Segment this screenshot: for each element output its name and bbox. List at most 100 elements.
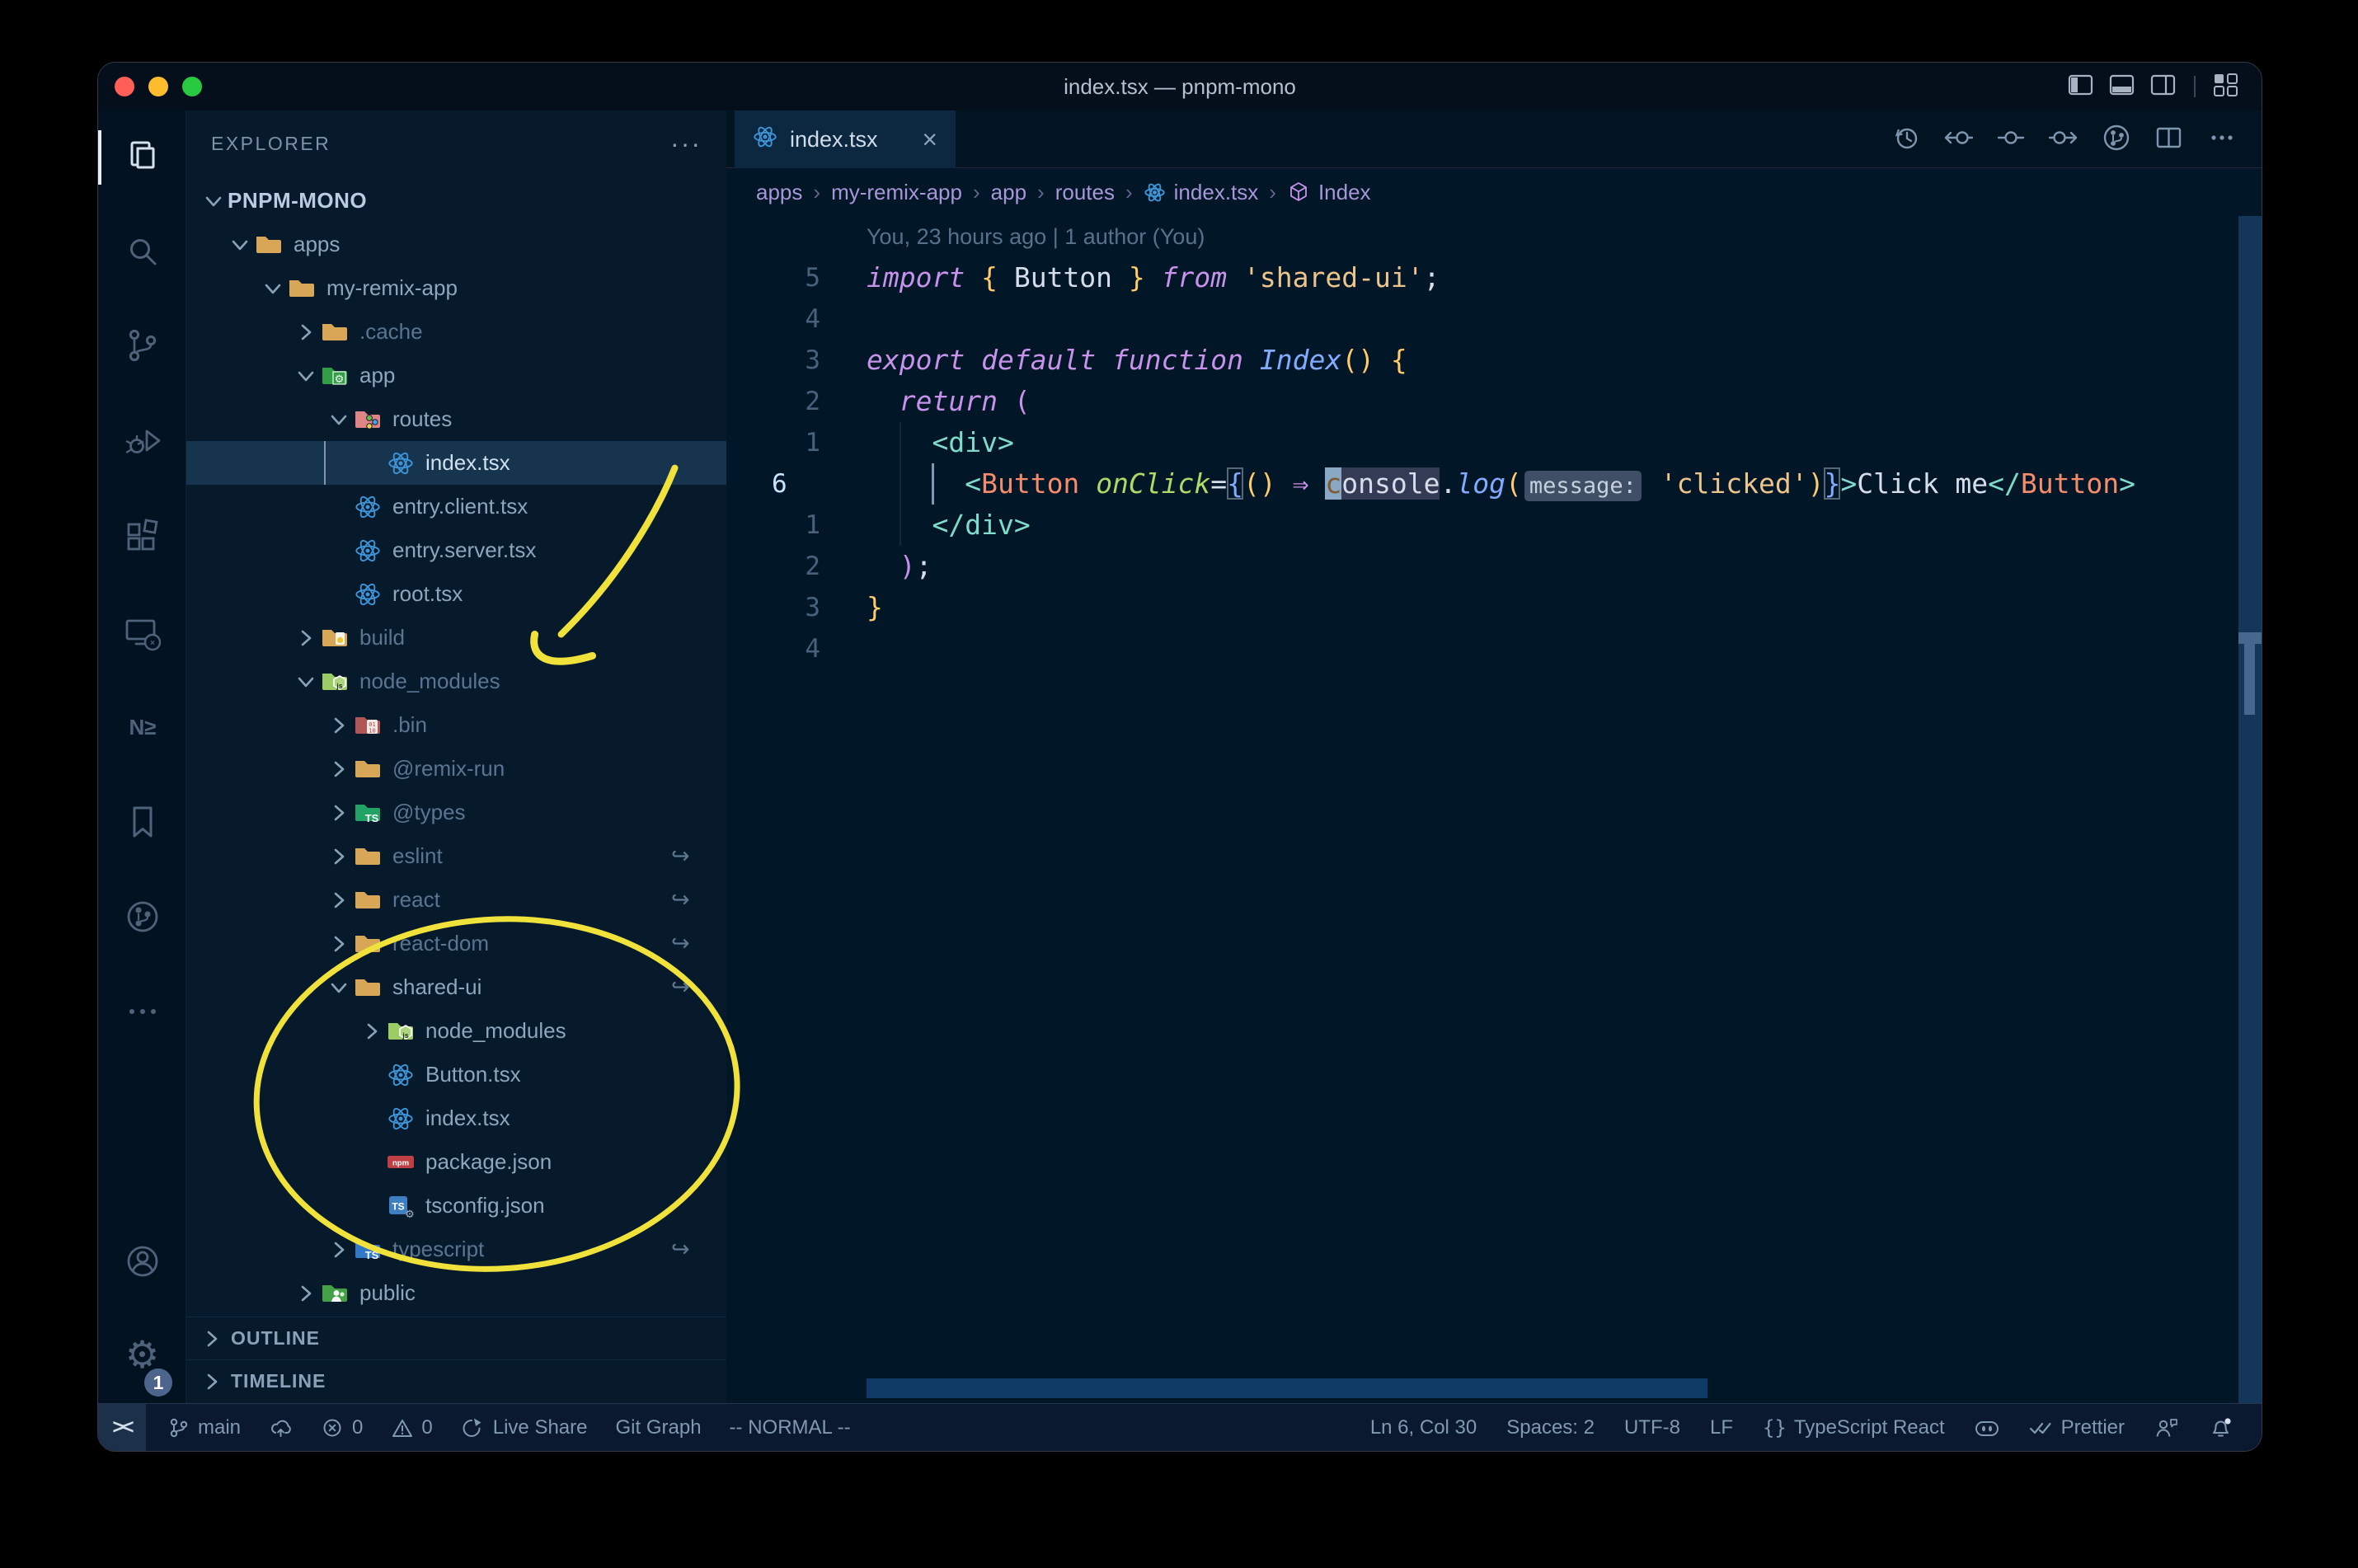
tree-item-shared-ui[interactable]: shared-ui ↪ bbox=[186, 965, 726, 1009]
activity-run-debug[interactable] bbox=[98, 400, 186, 482]
tree-item-react[interactable]: react ↪ bbox=[186, 878, 726, 922]
previous-change-icon[interactable] bbox=[1943, 124, 1974, 156]
status-item-lf[interactable]: LF bbox=[1710, 1416, 1733, 1439]
layout-sidebar-right-icon[interactable] bbox=[2149, 72, 2177, 102]
tree-item-root-tsx[interactable]: root.tsx bbox=[186, 572, 726, 616]
svg-text:npm: npm bbox=[392, 1158, 409, 1167]
status-item-label: -- NORMAL -- bbox=[729, 1415, 851, 1439]
status-item-copilot[interactable] bbox=[1975, 1415, 1999, 1440]
tree-item-tsconfig-json[interactable]: TS ⚙ tsconfig.json bbox=[186, 1184, 726, 1228]
history-icon[interactable] bbox=[1892, 124, 1920, 156]
status-item-ln-6-col-30[interactable]: Ln 6, Col 30 bbox=[1370, 1416, 1477, 1439]
chevron-right-icon bbox=[325, 886, 353, 914]
tree-item-apps[interactable]: apps bbox=[186, 223, 726, 266]
tree-item--bin[interactable]: 01 10 .bin bbox=[186, 703, 726, 747]
tree-item-public[interactable]: public bbox=[186, 1271, 726, 1315]
tab-index-tsx[interactable]: index.tsx × bbox=[735, 110, 956, 168]
status-item-spaces-2[interactable]: Spaces: 2 bbox=[1506, 1416, 1595, 1439]
tree-item-routes[interactable]: routes bbox=[186, 397, 726, 441]
explorer-more-actions-icon[interactable]: ··· bbox=[670, 129, 702, 159]
activity-git-graph[interactable] bbox=[98, 876, 186, 958]
status-item-utf-8[interactable]: UTF-8 bbox=[1624, 1416, 1680, 1439]
breadcrumb-item-app[interactable]: app bbox=[991, 180, 1026, 205]
more-actions-icon[interactable] bbox=[2207, 124, 2237, 156]
tab-label: index.tsx bbox=[790, 126, 878, 152]
status-item-cloud-upload[interactable] bbox=[269, 1416, 294, 1439]
horizontal-scrollbar[interactable] bbox=[867, 1378, 1707, 1398]
breadcrumb-item-apps[interactable]: apps bbox=[756, 180, 802, 205]
code-line: 3 export default function Index() { bbox=[726, 340, 2237, 381]
code-editor[interactable]: You, 23 hours ago | 1 author (You) 5 impor… bbox=[726, 216, 2237, 1377]
tree-item-entry-server-tsx[interactable]: entry.server.tsx bbox=[186, 528, 726, 572]
git-branch-icon bbox=[167, 1416, 190, 1439]
tree-item-node-modules[interactable]: js node_modules bbox=[186, 660, 726, 703]
activity-bookmarks[interactable] bbox=[98, 781, 186, 863]
close-tab-icon[interactable]: × bbox=[922, 126, 937, 153]
activity-account[interactable] bbox=[98, 1220, 186, 1303]
status-item-label: TypeScript React bbox=[1793, 1415, 1945, 1439]
status-item-feedback[interactable] bbox=[2154, 1416, 2179, 1439]
outline-section-header[interactable]: OUTLINE bbox=[186, 1317, 726, 1359]
activity-extensions[interactable] bbox=[98, 496, 186, 579]
tree-item-my-remix-app[interactable]: my-remix-app bbox=[186, 266, 726, 310]
status-item-main[interactable]: main bbox=[167, 1416, 241, 1439]
status-item-live-share[interactable]: Live Share bbox=[461, 1416, 588, 1439]
file-tree: PNPM-MONO apps my-remix-app .cache ⚙ app route… bbox=[186, 179, 726, 1315]
vertical-scrollbar[interactable] bbox=[2238, 216, 2262, 1403]
status-item-label: Ln 6, Col 30 bbox=[1369, 1415, 1477, 1439]
tree-item-label: my-remix-app bbox=[326, 275, 458, 300]
tree-item-react-dom[interactable]: react-dom ↪ bbox=[186, 922, 726, 965]
next-change-icon[interactable] bbox=[2048, 124, 2079, 156]
source-control-graph-icon[interactable] bbox=[2102, 123, 2131, 157]
activity-explorer[interactable] bbox=[98, 116, 186, 199]
tree-item-index-tsx[interactable]: index.tsx bbox=[186, 441, 726, 485]
code-line-current: 6 <Button onClick={() ⇒ console.log(mess… bbox=[726, 463, 2237, 505]
layout-panel-icon[interactable] bbox=[2108, 72, 2136, 102]
relative-line-number: 2 bbox=[805, 387, 820, 416]
change-icon[interactable] bbox=[1996, 124, 2026, 156]
activity-source-control[interactable] bbox=[98, 304, 186, 387]
status-item-typescript-react[interactable]: {} TypeScript React bbox=[1763, 1416, 1945, 1439]
activity-more-views[interactable] bbox=[98, 970, 186, 1053]
current-line-number: 6 bbox=[772, 469, 787, 499]
tree-item--types[interactable]: TS @types bbox=[186, 791, 726, 834]
relative-line-number: 1 bbox=[805, 428, 820, 458]
tree-item-index-tsx[interactable]: index.tsx bbox=[186, 1096, 726, 1140]
breadcrumb-item-index[interactable]: Index bbox=[1287, 180, 1371, 205]
status-item-prettier[interactable]: Prettier bbox=[2029, 1416, 2125, 1439]
tree-item-app[interactable]: ⚙ app bbox=[186, 354, 726, 397]
status-item-bell-dot[interactable] bbox=[2209, 1415, 2234, 1440]
status-item--normal-[interactable]: -- NORMAL -- bbox=[730, 1416, 851, 1439]
tree-item-button-tsx[interactable]: Button.tsx bbox=[186, 1053, 726, 1096]
tree-item-package-json[interactable]: npm package.json bbox=[186, 1140, 726, 1184]
split-editor-icon[interactable] bbox=[2154, 124, 2184, 156]
remote-indicator[interactable]: >< bbox=[98, 1404, 146, 1451]
tree-item-entry-client-tsx[interactable]: entry.client.tsx bbox=[186, 485, 726, 528]
status-item-0[interactable]: 0 bbox=[322, 1416, 363, 1439]
tree-item--cache[interactable]: .cache bbox=[186, 310, 726, 354]
status-item-0[interactable]: 0 bbox=[391, 1416, 433, 1439]
svg-text:TS: TS bbox=[365, 812, 379, 824]
customize-layout-icon[interactable] bbox=[2212, 72, 2240, 102]
timeline-section-header[interactable]: TIMELINE bbox=[186, 1359, 726, 1402]
tree-item-typescript[interactable]: TS typescript ↪ bbox=[186, 1228, 726, 1271]
tree-item-build[interactable]: build bbox=[186, 616, 726, 660]
breadcrumb-item-index-tsx[interactable]: index.tsx bbox=[1144, 180, 1258, 205]
project-root-pnpm-mono[interactable]: PNPM-MONO bbox=[186, 179, 726, 223]
activity-remote-explorer[interactable]: × bbox=[98, 593, 186, 675]
status-item-git-graph[interactable]: Git Graph bbox=[616, 1416, 702, 1439]
tree-item--remix-run[interactable]: @remix-run bbox=[186, 747, 726, 791]
breadcrumb-item-routes[interactable]: routes bbox=[1055, 180, 1115, 205]
tree-item-eslint[interactable]: eslint ↪ bbox=[186, 834, 726, 878]
breadcrumb-item-my-remix-app[interactable]: my-remix-app bbox=[831, 180, 962, 205]
chevron-right-icon bbox=[198, 1325, 226, 1353]
layout-sidebar-left-icon[interactable] bbox=[2067, 72, 2095, 102]
activity-settings[interactable]: ⚙ 1 bbox=[98, 1313, 186, 1399]
tree-item-node-modules[interactable]: js node_modules bbox=[186, 1009, 726, 1053]
activity-search[interactable] bbox=[98, 211, 186, 293]
timeline-label: TIMELINE bbox=[231, 1370, 326, 1392]
tree-item-label: entry.client.tsx bbox=[392, 494, 528, 519]
chevron-down-icon bbox=[259, 275, 287, 303]
window-title: index.tsx — pnpm-mono bbox=[1064, 74, 1296, 99]
activity-nx-console[interactable]: N≥ bbox=[98, 686, 186, 768]
